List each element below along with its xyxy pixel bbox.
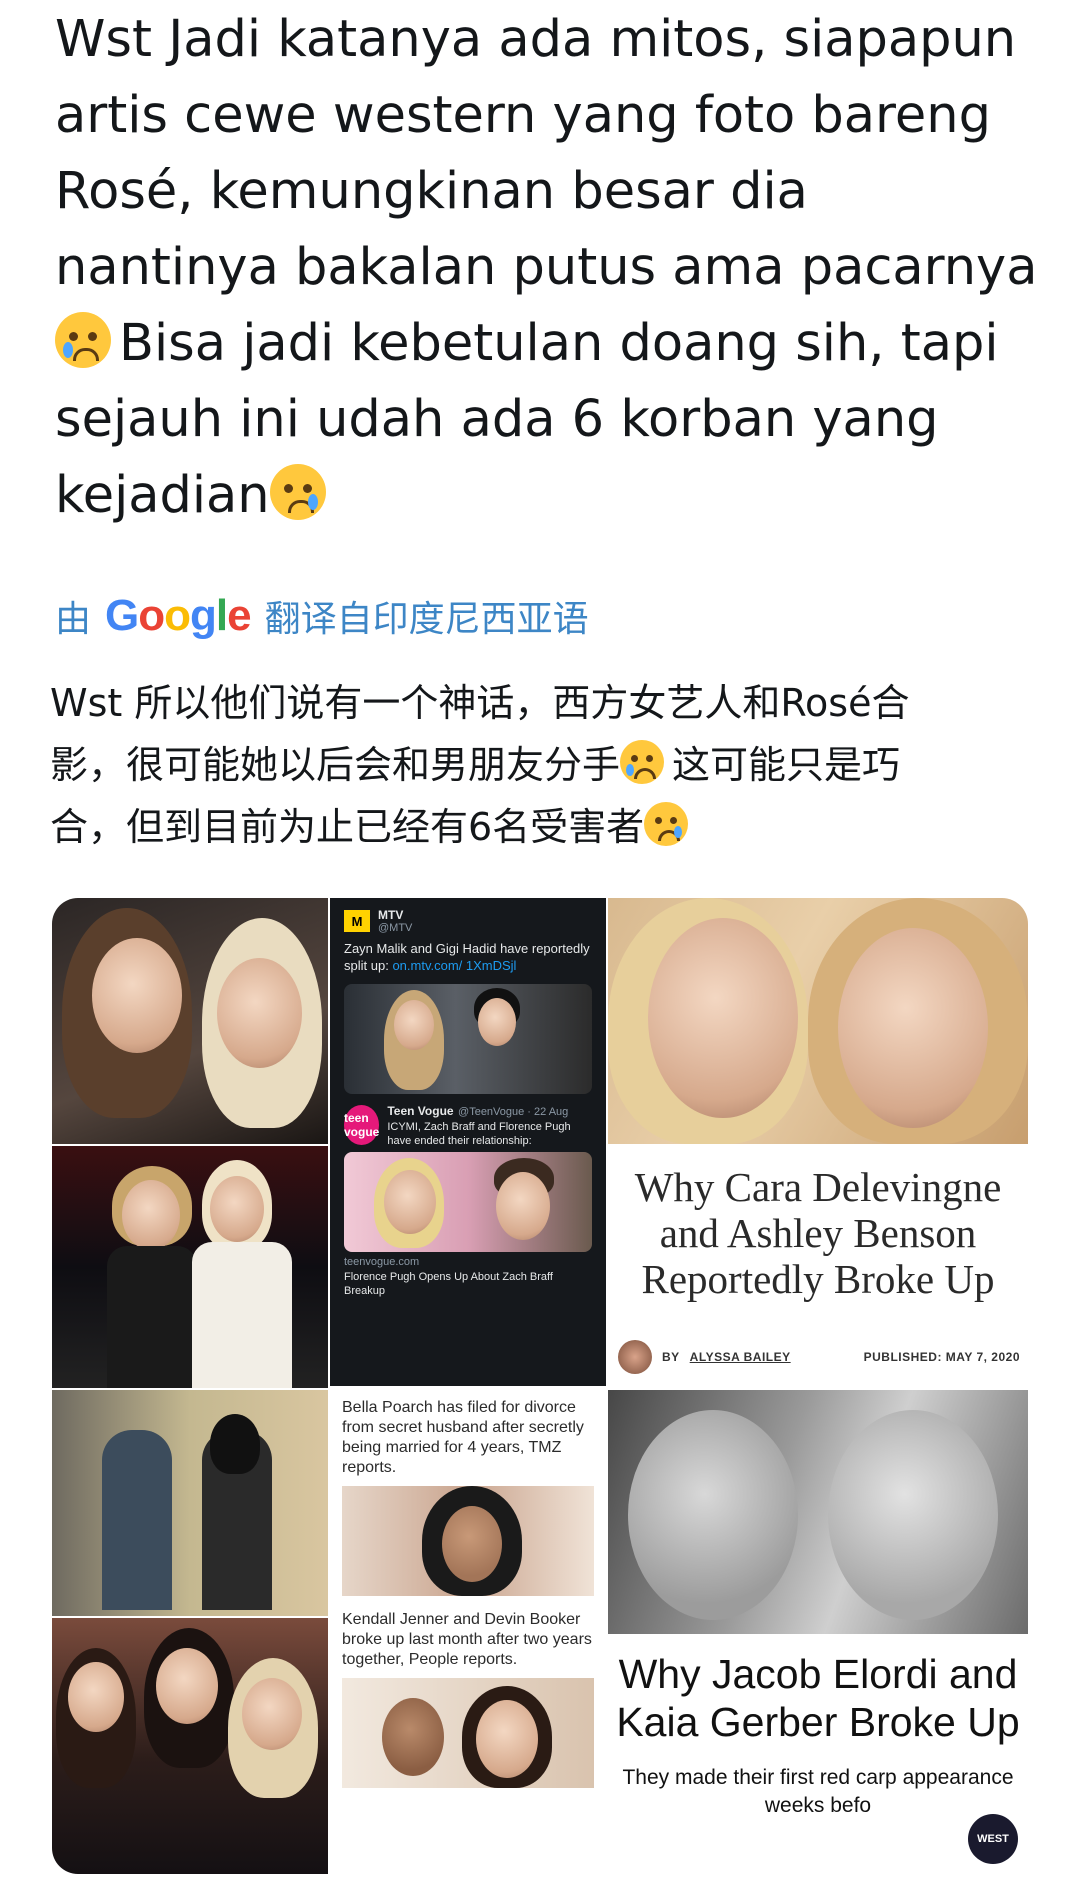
translated-line-text: 影，很可能她以后会和男朋友分手 <box>50 743 621 787</box>
post-line: nantinya bakalan putus ama pacarnya <box>55 238 1038 297</box>
tweet-text: Zayn Malik and Gigi Hadid have reportedl… <box>330 934 606 980</box>
news-headline: Bella Poarch has filed for divorce from … <box>342 1399 584 1476</box>
photo-kendall-rose[interactable] <box>52 1618 328 1874</box>
photo-rose-cara[interactable] <box>608 898 1028 1144</box>
article-subtitle: They made their first red carp appearanc… <box>622 1766 1014 1817</box>
post-line-text: kejadian <box>55 466 270 525</box>
sad-tear-face-icon <box>644 802 689 846</box>
translate-suffix: 翻译自印度尼西亚语 <box>264 599 589 640</box>
post-line-text: Bisa jadi kebetulan doang sih, tapi <box>119 314 999 373</box>
publish-date: PUBLISHED: MAY 7, 2020 <box>863 1350 1020 1364</box>
photo-bella-rose[interactable] <box>52 1390 328 1616</box>
post-line: Rosé, kemungkinan besar dia <box>55 162 808 221</box>
mtv-tweet-header: M MTV @MTV <box>330 898 606 934</box>
tweet-link[interactable]: on.mtv.com/ 1XmDSjl <box>392 958 516 973</box>
post-line: artis cewe western yang foto bareng <box>55 86 991 145</box>
news-photo-bella[interactable] <box>342 1486 594 1596</box>
image-collage[interactable]: M MTV @MTV Zayn Malik and Gigi Hadid hav… <box>52 898 1028 1874</box>
article-title: Why Jacob Elordi and Kaia Gerber Broke U… <box>616 1651 1020 1745</box>
translation-attribution[interactable]: 由 Google 翻译自印度尼西亚语 <box>55 590 589 642</box>
loudly-crying-face-icon <box>620 740 665 784</box>
tweet-author: Teen Vogue <box>387 1104 454 1118</box>
teenvogue-tweet-header: teen vogue Teen Vogue @TeenVogue · 22 Au… <box>330 1098 606 1148</box>
tweet-link-domain: teenvogue.com <box>344 1256 420 1268</box>
article-card-cara[interactable]: Why Cara Delevingne and Ashley Benson Re… <box>608 1144 1028 1388</box>
post-line: Bisa jadi kebetulan doang sih, tapi <box>55 306 1045 382</box>
news-snippets[interactable]: Bella Poarch has filed for divorce from … <box>330 1388 606 1874</box>
teen-vogue-logo-icon: teen vogue <box>344 1105 380 1145</box>
tweet-screenshots[interactable]: M MTV @MTV Zayn Malik and Gigi Hadid hav… <box>330 898 606 1386</box>
tweet-link-caption[interactable]: Florence Pugh Opens Up About Zach Braff … <box>330 1268 606 1300</box>
sad-tear-face-icon <box>269 464 326 520</box>
author-name[interactable]: ALYSSA BAILEY <box>690 1350 791 1364</box>
tweet-handle: @MTV <box>378 922 413 934</box>
post-line: sejauh ini udah ada 6 korban yang <box>55 390 939 449</box>
translated-line: Wst 所以他们说有一个神话，西方女艺人和Rosé合 <box>50 681 910 725</box>
tweet-author: MTV <box>378 908 404 922</box>
tweet-photo[interactable] <box>344 984 592 1094</box>
news-headline: Kendall Jenner and Devin Booker broke up… <box>342 1611 592 1668</box>
mtv-logo-icon: M <box>344 910 370 932</box>
article-title: Why Cara Delevingne and Ashley Benson Re… <box>634 1164 1002 1302</box>
news-photo-kendall-devin[interactable] <box>342 1678 594 1788</box>
author-avatar <box>618 1340 652 1374</box>
photo-kaia-rose[interactable] <box>608 1390 1028 1634</box>
translated-line: 影，很可能她以后会和男朋友分手 这可能只是巧 <box>50 734 1040 796</box>
post-line: kejadian <box>55 458 1045 534</box>
translated-text: Wst 所以他们说有一个神话，西方女艺人和Rosé合 影，很可能她以后会和男朋友… <box>50 672 1040 858</box>
article-byline: BY ALYSSA BAILEY PUBLISHED: MAY 7, 2020 <box>618 1340 1020 1374</box>
translate-prefix: 由 <box>55 599 92 640</box>
west-logo-badge: WEST <box>968 1814 1018 1864</box>
tweet-handle: @TeenVogue · 22 Aug <box>458 1106 569 1118</box>
loudly-crying-face-icon <box>55 312 111 368</box>
photo-florence-rose[interactable] <box>52 1146 328 1388</box>
google-logo: Google <box>105 591 252 640</box>
byline-by: BY <box>662 1350 680 1364</box>
translated-line-text: 合，但到目前为止已经有6名受害者 <box>50 805 645 849</box>
post-line: Wst Jadi katanya ada mitos, siapapun <box>55 10 1017 69</box>
translated-line-text: 这可能只是巧 <box>672 743 901 787</box>
tweet-photo[interactable] <box>344 1152 592 1252</box>
post-text: Wst Jadi katanya ada mitos, siapapun art… <box>55 2 1045 534</box>
tweet-text: ICYMI, Zach Braff and Florence Pugh have… <box>387 1121 571 1147</box>
translated-line: 合，但到目前为止已经有6名受害者 <box>50 796 1040 858</box>
photo-gigi-rose[interactable] <box>52 898 328 1144</box>
article-card-kaia[interactable]: Why Jacob Elordi and Kaia Gerber Broke U… <box>608 1634 1028 1874</box>
